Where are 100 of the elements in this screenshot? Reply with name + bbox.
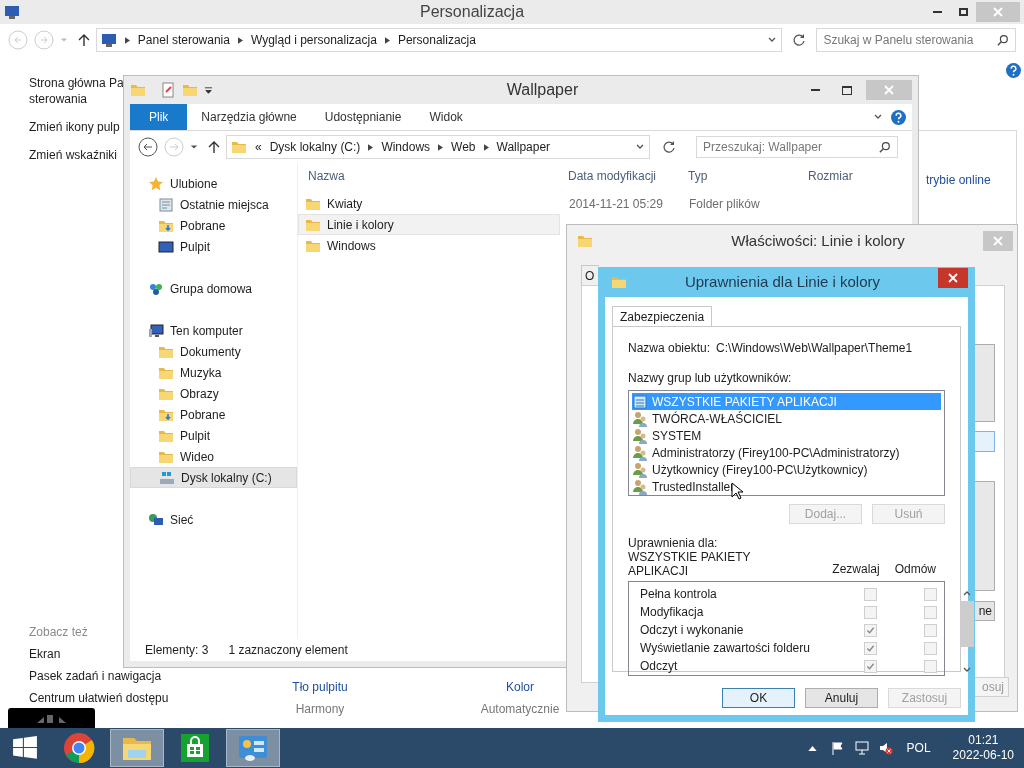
nav-item[interactable]: Obrazy [130, 383, 297, 404]
up-icon[interactable] [77, 33, 90, 47]
deny-checkbox[interactable] [923, 623, 937, 637]
sidebar-link[interactable]: Strona główna Pa sterowania [29, 75, 124, 107]
chevron-icon[interactable] [237, 36, 243, 44]
close-icon [948, 273, 958, 283]
language-indicator[interactable]: POL [906, 739, 931, 757]
see-also-link[interactable]: Centrum ułatwień dostępu [29, 691, 169, 705]
dialog-button[interactable]: Anuluj [805, 688, 878, 708]
desktop-icon [158, 238, 174, 255]
ribbon-tab[interactable]: Narzędzia główne [187, 104, 311, 130]
column-header[interactable]: Nazwa [308, 167, 568, 185]
overflow-chevron[interactable]: « [255, 138, 262, 156]
breadcrumb-item[interactable]: Personalizacja [397, 31, 476, 49]
nav-item[interactable]: Muzyka [130, 362, 297, 383]
see-also-link[interactable]: Pasek zadań i nawigacja [29, 669, 162, 683]
nav-item[interactable]: Pulpit [130, 425, 297, 446]
file-name: Windows [327, 237, 376, 255]
chevron-icon[interactable] [483, 143, 489, 151]
nav-item[interactable]: Pobrane [130, 215, 297, 236]
column-header[interactable]: Data modyfikacji [568, 167, 688, 185]
chevron-icon[interactable] [438, 143, 444, 151]
dropdown-icon[interactable] [190, 143, 198, 151]
window-title: Wallpaper [505, 80, 580, 100]
ribbon-tab[interactable]: Widok [415, 104, 477, 130]
start-icon[interactable] [12, 735, 38, 761]
search-field[interactable]: Szukaj w Panelu sterowania [816, 28, 1016, 52]
breadcrumb-item[interactable]: Wygląd i personalizacja [250, 31, 377, 49]
sidebar-link[interactable]: Zmień wskaźniki [29, 147, 124, 163]
nav-item[interactable]: Sieć [130, 509, 297, 530]
link[interactable]: trybie online [926, 171, 991, 189]
refresh-icon[interactable] [792, 33, 807, 47]
file-row[interactable]: Linie i kolory [298, 214, 560, 235]
file-row[interactable]: Windows [298, 235, 560, 256]
nav-item[interactable]: Pobrane [130, 404, 297, 425]
deny-checkbox[interactable] [923, 587, 937, 601]
up-icon[interactable] [208, 140, 220, 154]
show-hidden-icon[interactable] [807, 745, 817, 751]
address-bar[interactable]: « Dysk lokalny (C:) Windows Web Wallpaper [226, 135, 650, 159]
help-icon[interactable] [891, 109, 906, 125]
nav-item[interactable]: Grupa domowa [130, 278, 297, 299]
folder-icon [577, 233, 593, 249]
nav-item[interactable]: Ulubione [130, 173, 297, 194]
allow-checkbox[interactable] [863, 623, 877, 637]
breadcrumb-item[interactable]: Windows [381, 138, 431, 156]
flag-icon[interactable] [830, 741, 845, 755]
nav-item[interactable]: Wideo [130, 446, 297, 467]
breadcrumb-item[interactable]: Wallpaper [496, 138, 551, 156]
nav-item[interactable]: Ostatnie miejsca [130, 194, 297, 215]
nav-item[interactable]: Ten komputer [130, 320, 297, 341]
chevron-icon[interactable] [368, 143, 374, 151]
setting-value: Harmony [295, 701, 345, 718]
see-also-link[interactable]: Ekran [29, 647, 61, 661]
principal-item[interactable]: Użytkownicy (Firey100-PC\Użytkownicy) [632, 461, 941, 478]
allow-checkbox[interactable] [863, 641, 877, 655]
network-icon[interactable] [854, 741, 869, 755]
file-name: Kwiaty [327, 195, 363, 213]
deny-checkbox[interactable] [923, 659, 937, 673]
clock[interactable]: 01:21 2022-06-10 [952, 733, 1014, 763]
chevron-icon[interactable] [384, 36, 390, 44]
setting-link[interactable]: Kolor [506, 678, 534, 696]
sidebar-link[interactable]: Zmień ikony pulp [29, 119, 124, 135]
field-label: Nazwa obiektu: [628, 340, 711, 357]
close-button[interactable] [938, 268, 968, 288]
column-header: Zezwalaj [831, 561, 881, 578]
allow-checkbox[interactable] [863, 659, 877, 673]
chevron-icon[interactable] [124, 36, 130, 44]
dialog-button[interactable]: OK [722, 688, 795, 708]
new-folder-icon [182, 82, 198, 98]
column-header[interactable]: Rozmiar [808, 167, 888, 185]
nav-item[interactable]: Dokumenty [130, 341, 297, 362]
nav-item[interactable]: Dysk lokalny (C:) [130, 467, 297, 488]
principal-item[interactable]: Administratorzy (Firey100-PC\Administratorzy) [632, 444, 941, 461]
tab[interactable]: O [581, 265, 599, 286]
principal-item[interactable]: SYSTEM [632, 427, 941, 444]
file-row[interactable]: Kwiaty 2014-11-21 05:29 Folder plików [298, 193, 872, 214]
refresh-icon[interactable] [662, 140, 676, 154]
tab[interactable]: Zabezpieczenia [612, 306, 713, 326]
dropdown-icon[interactable] [204, 85, 213, 95]
address-bar[interactable]: Panel sterowania Wygląd i personalizacja Personalizacja [95, 28, 783, 52]
back-icon[interactable] [138, 137, 158, 157]
allow-checkbox[interactable] [863, 587, 877, 601]
deny-checkbox[interactable] [923, 641, 937, 655]
user-group-icon [632, 427, 648, 444]
help-icon[interactable] [1006, 63, 1021, 78]
allow-checkbox[interactable] [863, 605, 877, 619]
deny-checkbox[interactable] [923, 605, 937, 619]
edit-button[interactable]: ne [973, 601, 995, 621]
setting-link[interactable]: Tło pulpitu [292, 678, 348, 696]
muted-speaker-icon[interactable] [878, 741, 893, 755]
ribbon-tab[interactable]: Udostępnianie [310, 104, 416, 130]
search-field[interactable]: Przeszukaj: Wallpaper [696, 136, 898, 158]
breadcrumb-item[interactable]: Dysk lokalny (C:) [269, 138, 361, 156]
breadcrumb-item[interactable]: Panel sterowania [137, 31, 230, 49]
breadcrumb-item[interactable]: Web [451, 138, 476, 156]
nav-item[interactable]: Pulpit [130, 236, 297, 257]
file-tab[interactable]: Plik [130, 104, 188, 130]
principal-item[interactable]: TWÓRCA-WŁAŚCICIEL [632, 410, 941, 427]
properties-icon[interactable] [160, 82, 176, 98]
column-header[interactable]: Typ [688, 167, 808, 185]
